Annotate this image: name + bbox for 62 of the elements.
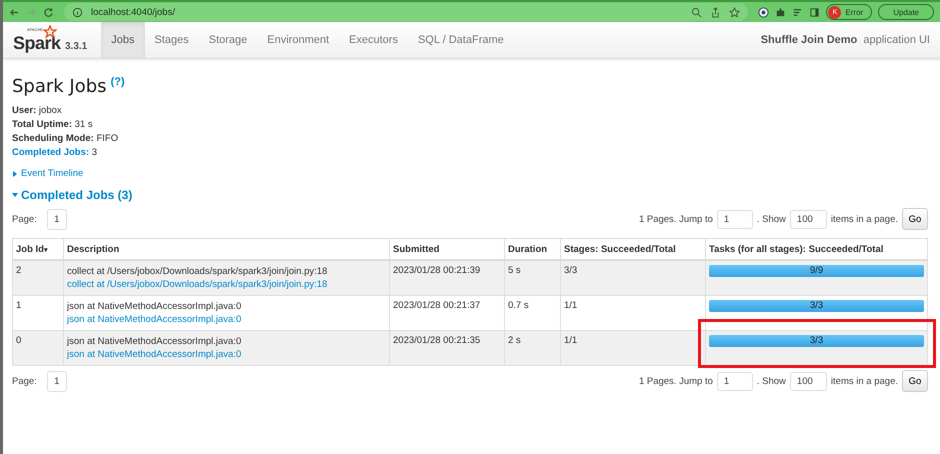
table-cell: 5 s [504, 260, 560, 296]
summary-item: User: jobox [12, 105, 63, 117]
list-icon[interactable] [792, 6, 804, 18]
nav-tab[interactable]: Executors [339, 22, 408, 58]
nav-tab[interactable]: Environment [257, 22, 340, 58]
logo-wordmark: Spark [13, 34, 61, 52]
job-link[interactable]: json at NativeMethodAccessorImpl.java:0 [67, 314, 242, 325]
page-number[interactable]: 1 [46, 370, 67, 392]
show-text: . Show [756, 214, 786, 224]
url-text: localhost:4040/jobs/ [91, 6, 175, 18]
info-icon [72, 6, 83, 18]
share-icon[interactable] [710, 6, 722, 18]
page-title: Spark Jobs [12, 76, 107, 97]
job-description: json at NativeMethodAccessorImpl.java:0 [67, 300, 242, 313]
items-text: items in a page. [830, 214, 898, 224]
job-description: collect at /Users/jobox/Downloads/spark/spark3/join/join.py:18 [67, 265, 328, 278]
nav-tab[interactable]: Stages [144, 22, 199, 58]
table-cell: 2023/01/28 00:21:35 [390, 330, 504, 366]
table-cell: 3/3 [560, 260, 706, 296]
summary-item: Total Uptime: 31 s [12, 119, 94, 131]
job-description: json at NativeMethodAccessorImpl.java:0 [67, 335, 242, 348]
page-size-field[interactable]: 100 [790, 372, 827, 390]
summary-item: Scheduling Mode: FIFO [12, 133, 120, 145]
collapse-arrow-icon[interactable] [12, 192, 18, 198]
event-timeline-toggle[interactable]: Event Timeline [21, 168, 84, 179]
nav-tab[interactable]: SQL / DataFrame [408, 22, 514, 58]
page-number[interactable]: 1 [46, 208, 67, 230]
help-link[interactable]: (?) [110, 76, 125, 88]
table-cell: 0 [12, 330, 64, 366]
jump-field[interactable]: 1 [716, 210, 753, 228]
page-label: Page: [12, 376, 37, 386]
section-toggle[interactable]: Completed Jobs (3) [21, 188, 132, 202]
nav-tab[interactable]: Storage [198, 22, 258, 58]
address-bar[interactable]: localhost:4040/jobs/ [64, 3, 748, 21]
expand-arrow-icon[interactable] [12, 170, 18, 176]
version-label: 3.3.1 [64, 41, 88, 54]
zoom-icon[interactable] [691, 6, 702, 18]
page-label: Page: [12, 214, 37, 224]
update-button[interactable]: Update [878, 4, 934, 20]
nav-tab[interactable]: Jobs [101, 22, 144, 58]
progress-label: 3/3 [808, 335, 824, 347]
back-icon[interactable] [9, 6, 20, 18]
show-text: . Show [756, 376, 786, 386]
star-icon[interactable] [729, 6, 740, 18]
summary-item: Completed Jobs: 3 [12, 147, 98, 159]
table-cell: 2 s [504, 330, 560, 366]
go-button[interactable]: Go [902, 208, 928, 230]
jump-field[interactable]: 1 [716, 372, 753, 390]
pages-text: 1 Pages. Jump to [638, 214, 713, 224]
table-cell: 1/1 [560, 330, 706, 366]
progress-label: 9/9 [808, 265, 824, 277]
progress-label: 3/3 [808, 300, 824, 312]
app-title: Shuffle Join Demo application UI [760, 33, 930, 48]
table-cell: 2023/01/28 00:21:39 [390, 260, 504, 296]
reload-icon[interactable] [43, 6, 54, 18]
extension-icon[interactable] [758, 6, 770, 18]
table-cell: 2 [12, 260, 64, 296]
items-text: items in a page. [830, 376, 898, 386]
pages-text: 1 Pages. Jump to [638, 376, 713, 386]
page-size-field[interactable]: 100 [790, 210, 827, 228]
go-button[interactable]: Go [902, 370, 928, 392]
sidebar-icon[interactable] [809, 6, 820, 18]
